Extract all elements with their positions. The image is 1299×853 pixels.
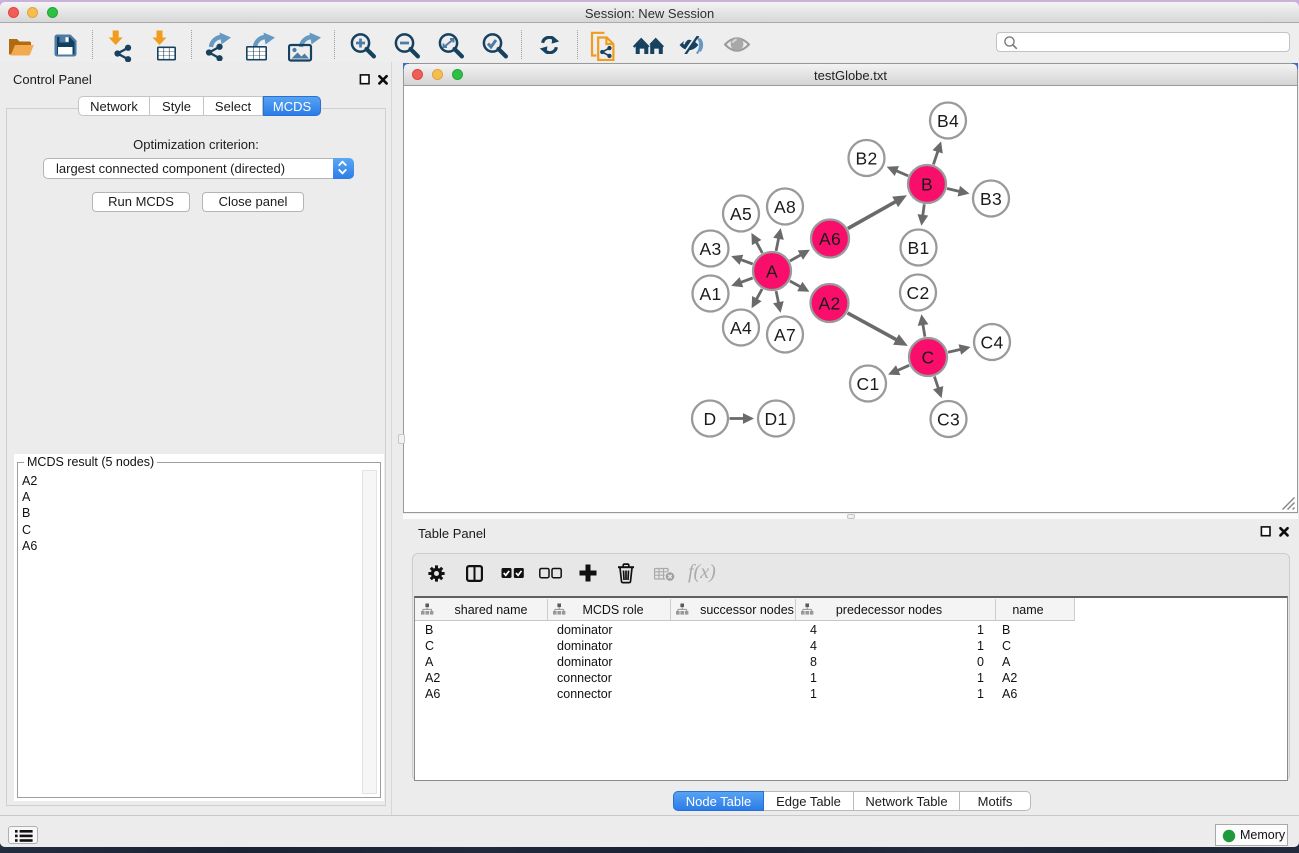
svg-text:C3: C3 bbox=[937, 410, 960, 430]
svg-text:A6: A6 bbox=[819, 229, 841, 249]
svg-text:A7: A7 bbox=[774, 325, 796, 345]
svg-text:A5: A5 bbox=[730, 204, 752, 224]
svg-text:C1: C1 bbox=[857, 374, 880, 394]
svg-text:A1: A1 bbox=[699, 284, 721, 304]
svg-text:C: C bbox=[922, 348, 935, 368]
svg-text:C2: C2 bbox=[907, 283, 930, 303]
svg-text:A8: A8 bbox=[774, 197, 796, 217]
svg-text:B1: B1 bbox=[907, 238, 929, 258]
svg-text:B2: B2 bbox=[855, 149, 877, 169]
svg-text:C4: C4 bbox=[981, 333, 1004, 353]
svg-text:A4: A4 bbox=[730, 318, 752, 338]
svg-text:B4: B4 bbox=[937, 111, 959, 131]
svg-text:D: D bbox=[704, 409, 717, 429]
svg-text:A2: A2 bbox=[818, 294, 840, 314]
svg-text:A: A bbox=[766, 262, 778, 282]
svg-text:A3: A3 bbox=[699, 239, 721, 259]
svg-text:D1: D1 bbox=[765, 409, 788, 429]
svg-text:B3: B3 bbox=[980, 189, 1002, 209]
svg-text:B: B bbox=[921, 175, 933, 195]
